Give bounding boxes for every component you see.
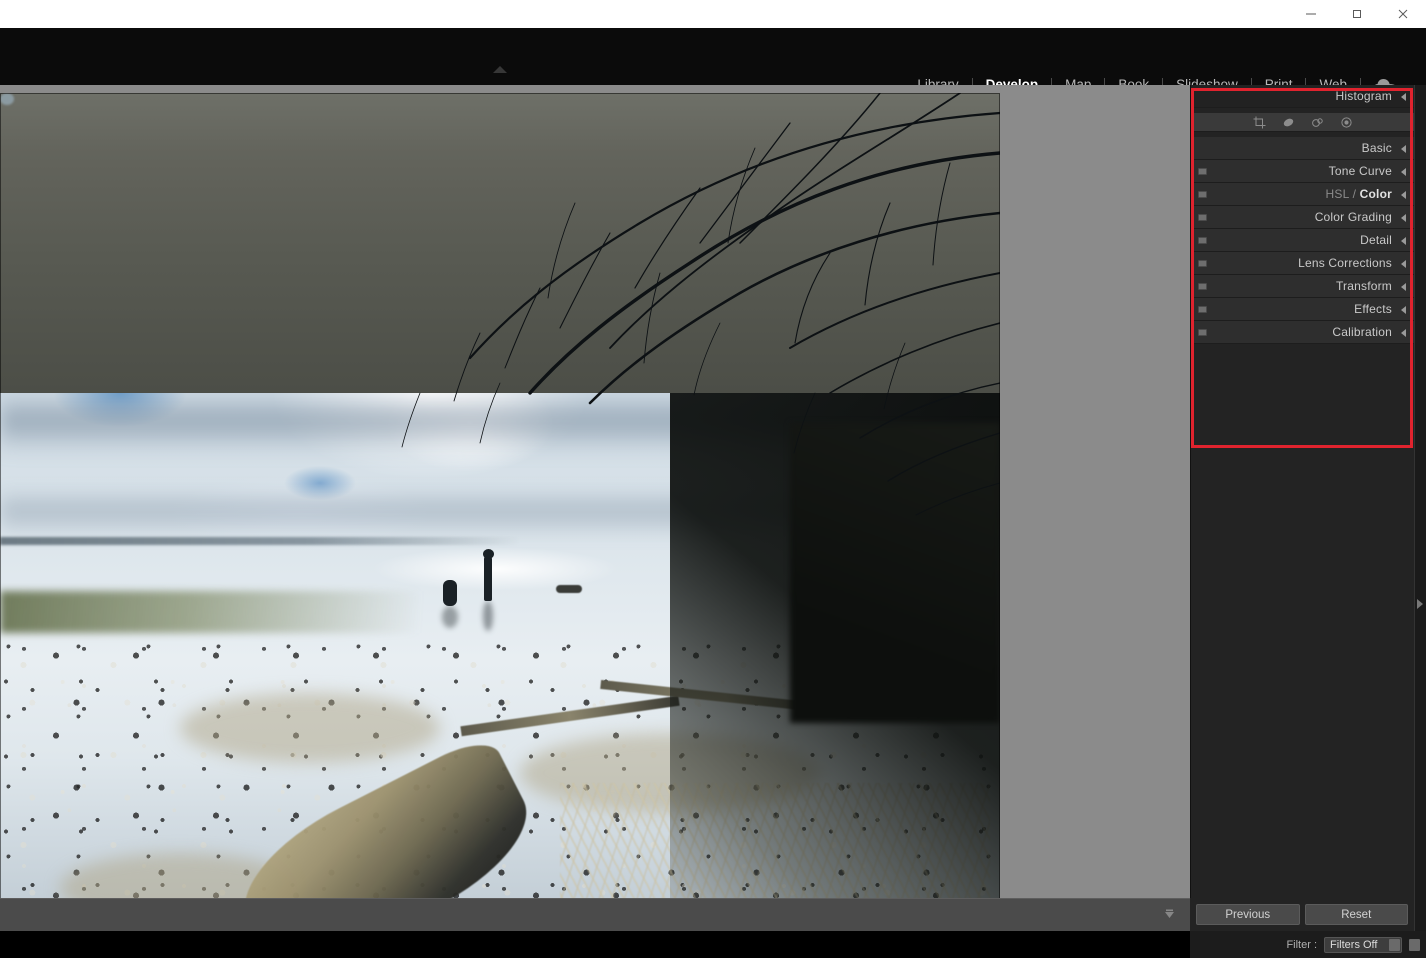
photo-sand-patch bbox=[180, 693, 440, 763]
photo-figure-child bbox=[443, 580, 457, 606]
panel-toggle-calibration[interactable] bbox=[1198, 329, 1207, 336]
panel-toggle-hsl-color[interactable] bbox=[1198, 191, 1207, 198]
filter-stepper-icon[interactable] bbox=[1389, 938, 1400, 951]
right-panel-edge[interactable] bbox=[1414, 85, 1426, 958]
chevron-left-icon[interactable] bbox=[1401, 168, 1406, 176]
minimize-icon[interactable] bbox=[1288, 0, 1334, 28]
panel-toggle-color-grading[interactable] bbox=[1198, 214, 1207, 221]
panel-label-transform: Transform bbox=[1335, 279, 1392, 293]
photo-figure-reflection bbox=[483, 601, 493, 631]
panel-label-effects: Effects bbox=[1354, 302, 1392, 316]
panel-header-transform[interactable]: Transform bbox=[1191, 275, 1414, 298]
panel-label-tone-curve: Tone Curve bbox=[1328, 164, 1392, 178]
photo-figure-reflection bbox=[442, 606, 458, 628]
panel-header-hsl-color[interactable]: HSL / Color bbox=[1191, 183, 1414, 206]
filter-label: Filter : bbox=[1286, 938, 1317, 951]
chevron-left-icon[interactable] bbox=[1401, 306, 1406, 314]
develop-photo-preview[interactable] bbox=[0, 93, 1000, 903]
hsl-separator: / bbox=[1349, 187, 1360, 201]
close-icon[interactable] bbox=[1380, 0, 1426, 28]
color-sublabel[interactable]: Color bbox=[1360, 187, 1392, 201]
panel-toggle-transform[interactable] bbox=[1198, 283, 1207, 290]
chevron-left-icon[interactable] bbox=[1401, 191, 1406, 199]
panel-label-hsl-color: HSL / Color bbox=[1326, 187, 1392, 201]
panel-label-color-grading: Color Grading bbox=[1314, 210, 1392, 224]
hsl-sublabel[interactable]: HSL bbox=[1326, 187, 1350, 201]
crop-overlay-tool-icon[interactable] bbox=[1253, 116, 1266, 129]
red-eye-tool-icon[interactable] bbox=[1340, 116, 1353, 129]
photo-far-shoreline bbox=[0, 537, 520, 545]
panel-header-tone-curve[interactable]: Tone Curve bbox=[1191, 160, 1414, 183]
panel-empty-area bbox=[1191, 344, 1414, 898]
chevron-left-icon[interactable] bbox=[1401, 93, 1406, 101]
photo-figure-adult bbox=[484, 555, 492, 601]
module-picker-bar: Library Develop Map Book Slideshow Print… bbox=[0, 28, 1426, 92]
photo-tree-branches bbox=[401, 93, 1000, 516]
panel-toggle-lens-corrections[interactable] bbox=[1198, 260, 1207, 267]
panel-header-lens-corrections[interactable]: Lens Corrections bbox=[1191, 252, 1414, 275]
panel-toggle-detail[interactable] bbox=[1198, 237, 1207, 244]
filmstrip-area bbox=[0, 931, 1190, 958]
filter-select[interactable]: Filters Off bbox=[1324, 936, 1402, 953]
panel-toggle-effects[interactable] bbox=[1198, 306, 1207, 313]
chevron-left-icon[interactable] bbox=[1401, 283, 1406, 291]
chevron-left-icon[interactable] bbox=[1401, 214, 1406, 222]
panel-label-detail: Detail bbox=[1360, 233, 1392, 247]
photo-rock bbox=[556, 585, 582, 593]
masking-tool-icon[interactable] bbox=[1311, 116, 1324, 129]
chevron-left-icon[interactable] bbox=[1401, 145, 1406, 153]
photo-canvas bbox=[0, 85, 1190, 903]
chevron-left-icon[interactable] bbox=[1401, 329, 1406, 337]
chevron-down-icon[interactable] bbox=[1163, 908, 1176, 926]
reset-button[interactable]: Reset bbox=[1304, 904, 1408, 925]
photo-figure-child-head bbox=[0, 93, 14, 105]
photo-figure-adult-head bbox=[483, 549, 494, 559]
panel-header-detail[interactable]: Detail bbox=[1191, 229, 1414, 252]
panel-label-lens-corrections: Lens Corrections bbox=[1298, 256, 1392, 270]
photo-algae bbox=[0, 591, 420, 633]
panel-label-basic: Basic bbox=[1361, 141, 1392, 155]
window-title-bar bbox=[0, 0, 1426, 28]
spot-removal-tool-icon[interactable] bbox=[1282, 116, 1295, 129]
panel-expand-icon[interactable] bbox=[1417, 599, 1423, 609]
filter-value: Filters Off bbox=[1330, 938, 1378, 951]
panel-label-histogram: Histogram bbox=[1335, 89, 1392, 103]
filter-flag-icon[interactable] bbox=[1409, 938, 1420, 951]
maximize-icon[interactable] bbox=[1334, 0, 1380, 28]
filter-bar: Filter : Filters Off bbox=[1190, 931, 1426, 958]
panel-toggle-tone-curve[interactable] bbox=[1198, 168, 1207, 175]
panel-label-calibration: Calibration bbox=[1332, 325, 1392, 339]
develop-right-panel: Histogram Basic Tone Curve HSL / Color C… bbox=[1190, 85, 1414, 898]
develop-tool-strip bbox=[1191, 113, 1414, 132]
panel-header-effects[interactable]: Effects bbox=[1191, 298, 1414, 321]
panel-header-histogram[interactable]: Histogram bbox=[1191, 85, 1414, 108]
previous-button[interactable]: Previous bbox=[1196, 904, 1300, 925]
panel-header-basic[interactable]: Basic bbox=[1191, 137, 1414, 160]
panel-header-color-grading[interactable]: Color Grading bbox=[1191, 206, 1414, 229]
panel-header-calibration[interactable]: Calibration bbox=[1191, 321, 1414, 344]
chevron-left-icon[interactable] bbox=[1401, 260, 1406, 268]
collapse-triangle-icon[interactable] bbox=[0, 61, 1000, 77]
panel-button-row: Previous Reset bbox=[1190, 898, 1414, 931]
develop-toolbar[interactable] bbox=[0, 898, 1190, 931]
chevron-left-icon[interactable] bbox=[1401, 237, 1406, 245]
